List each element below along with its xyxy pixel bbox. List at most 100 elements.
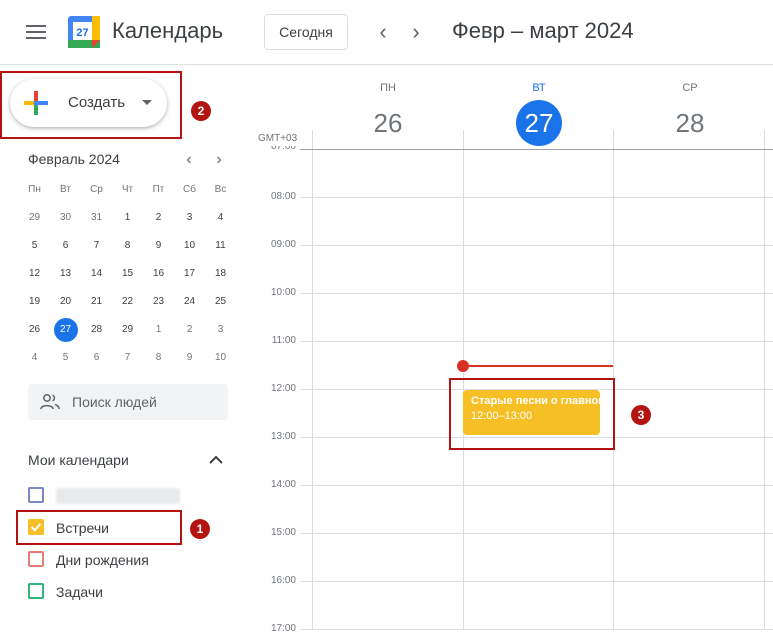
mini-day[interactable]: 26 — [19, 318, 50, 342]
hour-gridline — [300, 245, 773, 246]
blurred-calendar-name — [56, 488, 180, 504]
time-label: 14:00 — [270, 479, 296, 490]
mini-weekday: Сб — [183, 184, 196, 195]
highlight-meetings — [16, 510, 182, 545]
mini-week-row: 12 13 14 15 16 17 18 — [19, 260, 236, 288]
mini-day[interactable]: 12 — [19, 262, 50, 286]
mini-weekday: Чт — [121, 184, 134, 195]
mini-day[interactable]: 3 — [205, 318, 236, 342]
time-label: 11:00 — [271, 335, 296, 346]
time-label: 07:00 — [270, 146, 296, 152]
hour-gridline — [300, 197, 773, 198]
mini-week-row: 19 20 21 22 23 24 25 — [19, 288, 236, 316]
mini-weekday: Вт — [60, 184, 71, 195]
mini-day[interactable]: 7 — [81, 234, 112, 258]
mini-next-icon[interactable]: › — [211, 151, 227, 169]
mini-day[interactable]: 23 — [143, 290, 174, 314]
timezone-label: GMT+03 — [258, 133, 298, 144]
hour-gridline — [300, 341, 773, 342]
mini-day[interactable]: 20 — [50, 290, 81, 314]
day-header-mon[interactable]: ПН 26 — [313, 82, 463, 146]
day-header-tue[interactable]: ВТ 27 — [464, 82, 614, 146]
mini-day[interactable]: 18 — [205, 262, 236, 286]
grid-vline — [312, 130, 313, 630]
mini-day[interactable]: 3 — [174, 206, 205, 230]
time-label: 12:00 — [270, 383, 296, 394]
mini-day[interactable]: 22 — [112, 290, 143, 314]
mini-day[interactable]: 2 — [143, 206, 174, 230]
mini-day[interactable]: 9 — [143, 234, 174, 258]
mini-day[interactable]: 10 — [205, 346, 236, 370]
chevron-up-icon[interactable] — [208, 452, 224, 468]
mini-day-today[interactable]: 27 — [50, 318, 81, 342]
mini-day[interactable]: 14 — [81, 262, 112, 286]
day-name: СР — [682, 82, 698, 94]
date-range-title: Февр – март 2024 — [452, 18, 634, 43]
annotation-marker-1: 1 — [190, 519, 210, 539]
mini-day[interactable]: 6 — [81, 346, 112, 370]
mini-prev-icon[interactable]: ‹ — [181, 151, 197, 169]
mini-day[interactable]: 28 — [81, 318, 112, 342]
mini-day[interactable]: 10 — [174, 234, 205, 258]
mini-day[interactable]: 9 — [174, 346, 205, 370]
mini-day[interactable]: 16 — [143, 262, 174, 286]
mini-day[interactable]: 5 — [50, 346, 81, 370]
mini-day[interactable]: 30 — [50, 206, 81, 230]
mini-day[interactable]: 24 — [174, 290, 205, 314]
hour-gridline — [300, 485, 773, 486]
checkbox[interactable] — [28, 551, 44, 567]
today-button[interactable]: Сегодня — [264, 14, 348, 50]
app-title: Календарь — [112, 18, 224, 43]
calendar-label: Дни рождения — [56, 552, 149, 568]
mini-day[interactable]: 19 — [19, 290, 50, 314]
mini-day[interactable]: 17 — [174, 262, 205, 286]
mini-day[interactable]: 1 — [112, 206, 143, 230]
mini-day[interactable]: 11 — [205, 234, 236, 258]
time-label: 09:00 — [270, 239, 296, 250]
mini-calendar-title: Февраль 2024 — [28, 151, 120, 167]
mini-day[interactable]: 1 — [143, 318, 174, 342]
mini-day[interactable]: 5 — [19, 234, 50, 258]
main-menu-icon[interactable] — [26, 25, 46, 39]
mini-weekday: Пн — [28, 184, 41, 195]
mini-day[interactable]: 29 — [112, 318, 143, 342]
mini-day[interactable]: 6 — [50, 234, 81, 258]
hour-gridline — [300, 581, 773, 582]
mini-day[interactable]: 2 — [174, 318, 205, 342]
chevron-left-icon[interactable]: ‹ — [373, 19, 393, 44]
mini-day[interactable]: 8 — [112, 234, 143, 258]
mini-day[interactable]: 29 — [19, 206, 50, 230]
time-label: 10:00 — [270, 287, 296, 298]
hour-gridline — [300, 149, 773, 150]
mini-day[interactable]: 7 — [112, 346, 143, 370]
day-number-today: 27 — [516, 100, 562, 146]
day-name: ВТ — [532, 82, 546, 94]
people-search-input[interactable]: Поиск людей — [28, 384, 228, 420]
day-header-wed[interactable]: СР 28 — [615, 82, 765, 146]
mini-weekday-row: Пн Вт Ср Чт Пт Сб Вс — [19, 176, 236, 204]
mini-day[interactable]: 21 — [81, 290, 112, 314]
mini-day[interactable]: 31 — [81, 206, 112, 230]
logo-day-number: 27 — [76, 27, 88, 39]
mini-day[interactable]: 13 — [50, 262, 81, 286]
header-divider — [0, 64, 773, 65]
mini-day[interactable]: 25 — [205, 290, 236, 314]
day-name: ПН — [380, 82, 396, 94]
mini-day[interactable]: 4 — [205, 206, 236, 230]
mini-day[interactable]: 4 — [19, 346, 50, 370]
mini-weekday: Пт — [152, 184, 165, 195]
checkbox[interactable] — [28, 487, 44, 503]
mini-week-row: 29 30 31 1 2 3 4 — [19, 204, 236, 232]
chevron-right-icon[interactable]: › — [406, 19, 426, 44]
calendar-logo-icon: 27 — [68, 16, 100, 48]
mini-week-row: 5 6 7 8 9 10 11 — [19, 232, 236, 260]
mini-weekday: Вс — [214, 184, 227, 195]
mini-day[interactable]: 8 — [143, 346, 174, 370]
current-time-dot — [457, 360, 469, 372]
checkbox[interactable] — [28, 583, 44, 599]
day-number: 26 — [373, 108, 403, 138]
time-label: 17:00 — [270, 623, 296, 634]
highlight-create — [0, 71, 182, 139]
mini-day[interactable]: 15 — [112, 262, 143, 286]
highlight-event — [449, 378, 615, 450]
